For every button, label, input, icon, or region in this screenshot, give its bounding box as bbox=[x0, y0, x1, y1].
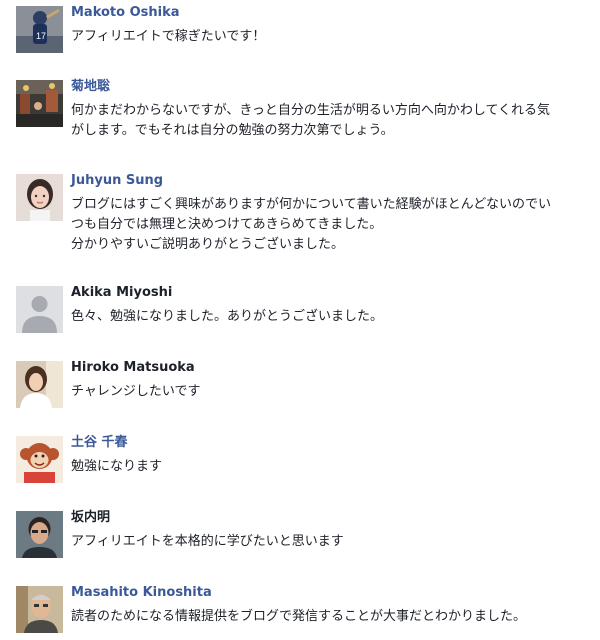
avatar[interactable] bbox=[16, 80, 63, 127]
avatar[interactable] bbox=[16, 361, 63, 408]
baseball-player-photo-icon: 17 bbox=[16, 6, 63, 53]
default-user-silhouette-icon bbox=[16, 286, 63, 333]
street-scene-photo-icon bbox=[16, 80, 63, 127]
comment-text: 色々、勉強になりました。ありがとうございました。 bbox=[71, 307, 596, 327]
elderly-man-photo-icon bbox=[16, 586, 63, 633]
woman-photo-icon bbox=[16, 361, 63, 408]
comment-content: 坂内明 アフィリエイトを本格的に学びたいと思います bbox=[71, 509, 596, 552]
author-name[interactable]: Makoto Oshika bbox=[71, 4, 596, 22]
comment-line: 分かりやすいご説明ありがとうございました。 bbox=[71, 237, 345, 252]
author-name[interactable]: 土谷 千春 bbox=[71, 434, 596, 452]
comment-text: チャレンジしたいです bbox=[71, 382, 596, 402]
comment-content: Akika Miyoshi 色々、勉強になりました。ありがとうございました。 bbox=[71, 284, 596, 327]
comment-content: Makoto Oshika アフィリエイトで稼ぎたいです！ bbox=[71, 4, 596, 47]
comment-content: Masahito Kinoshita 読者のためになる情報提供をブログで発信する… bbox=[71, 584, 596, 627]
comment-content: Juhyun Sung ブログにはすごく興味がありますが何かについて書いた経験が… bbox=[71, 172, 596, 255]
comment-text: アフィリエイトを本格的に学びたいと思います bbox=[71, 532, 596, 552]
comment-line: アフィリエイトを本格的に学びたいと思います bbox=[71, 534, 344, 549]
comment-line: 色々、勉強になりました。ありがとうございました。 bbox=[71, 309, 384, 324]
comment-line: ブログにはすごく興味がありますが何かについて書いた経験がほとんどないのでい bbox=[71, 197, 551, 212]
comment-line: アフィリエイトで稼ぎたいです！ bbox=[71, 29, 266, 44]
author-name: Hiroko Matsuoka bbox=[71, 360, 195, 375]
woman-portrait-photo-icon bbox=[16, 174, 63, 221]
avatar[interactable]: 17 bbox=[16, 6, 63, 53]
comment-content: Hiroko Matsuoka チャレンジしたいです bbox=[71, 359, 596, 402]
comment-line: がします。でもそれは自分の勉強の努力次第でしょう。 bbox=[71, 123, 394, 138]
comment-line: 何かまだわからないですが、きっと自分の生活が明るい方向へ向かわしてくれる気 bbox=[71, 103, 551, 118]
man-portrait-photo-icon bbox=[16, 511, 63, 558]
avatar[interactable] bbox=[16, 436, 63, 483]
avatar[interactable] bbox=[16, 511, 63, 558]
comment-text: 勉強になります bbox=[71, 457, 596, 477]
author-name[interactable]: Juhyun Sung bbox=[71, 172, 596, 190]
author-name: Akika Miyoshi bbox=[71, 285, 173, 300]
comment-line: 読者のためになる情報提供をブログで発信することが大事だとわかりました。 bbox=[71, 609, 527, 624]
avatar[interactable] bbox=[16, 286, 63, 333]
author-name[interactable]: Masahito Kinoshita bbox=[71, 584, 596, 602]
comment-text: 何かまだわからないですが、きっと自分の生活が明るい方向へ向かわしてくれる気 がし… bbox=[71, 101, 596, 141]
comment-text: アフィリエイトで稼ぎたいです！ bbox=[71, 27, 596, 47]
comment-content: 菊地聡 何かまだわからないですが、きっと自分の生活が明るい方向へ向かわしてくれる… bbox=[71, 78, 596, 141]
author-name[interactable]: 菊地聡 bbox=[71, 78, 596, 96]
comment-text: 読者のためになる情報提供をブログで発信することが大事だとわかりました。 bbox=[71, 607, 596, 627]
comment-line: つも自分では無理と決めつけてあきらめてきました。 bbox=[71, 217, 383, 232]
comment-line: チャレンジしたいです bbox=[71, 384, 201, 399]
comment-text: ブログにはすごく興味がありますが何かについて書いた経験がほとんどないのでい つも… bbox=[71, 195, 596, 255]
monkey-illustration-icon bbox=[16, 436, 63, 483]
comment-line: 勉強になります bbox=[71, 459, 163, 474]
avatar[interactable] bbox=[16, 174, 63, 221]
avatar[interactable] bbox=[16, 586, 63, 633]
svg-text:17: 17 bbox=[36, 31, 46, 41]
author-name: 坂内明 bbox=[71, 510, 111, 525]
comment-content: 土谷 千春 勉強になります bbox=[71, 434, 596, 477]
